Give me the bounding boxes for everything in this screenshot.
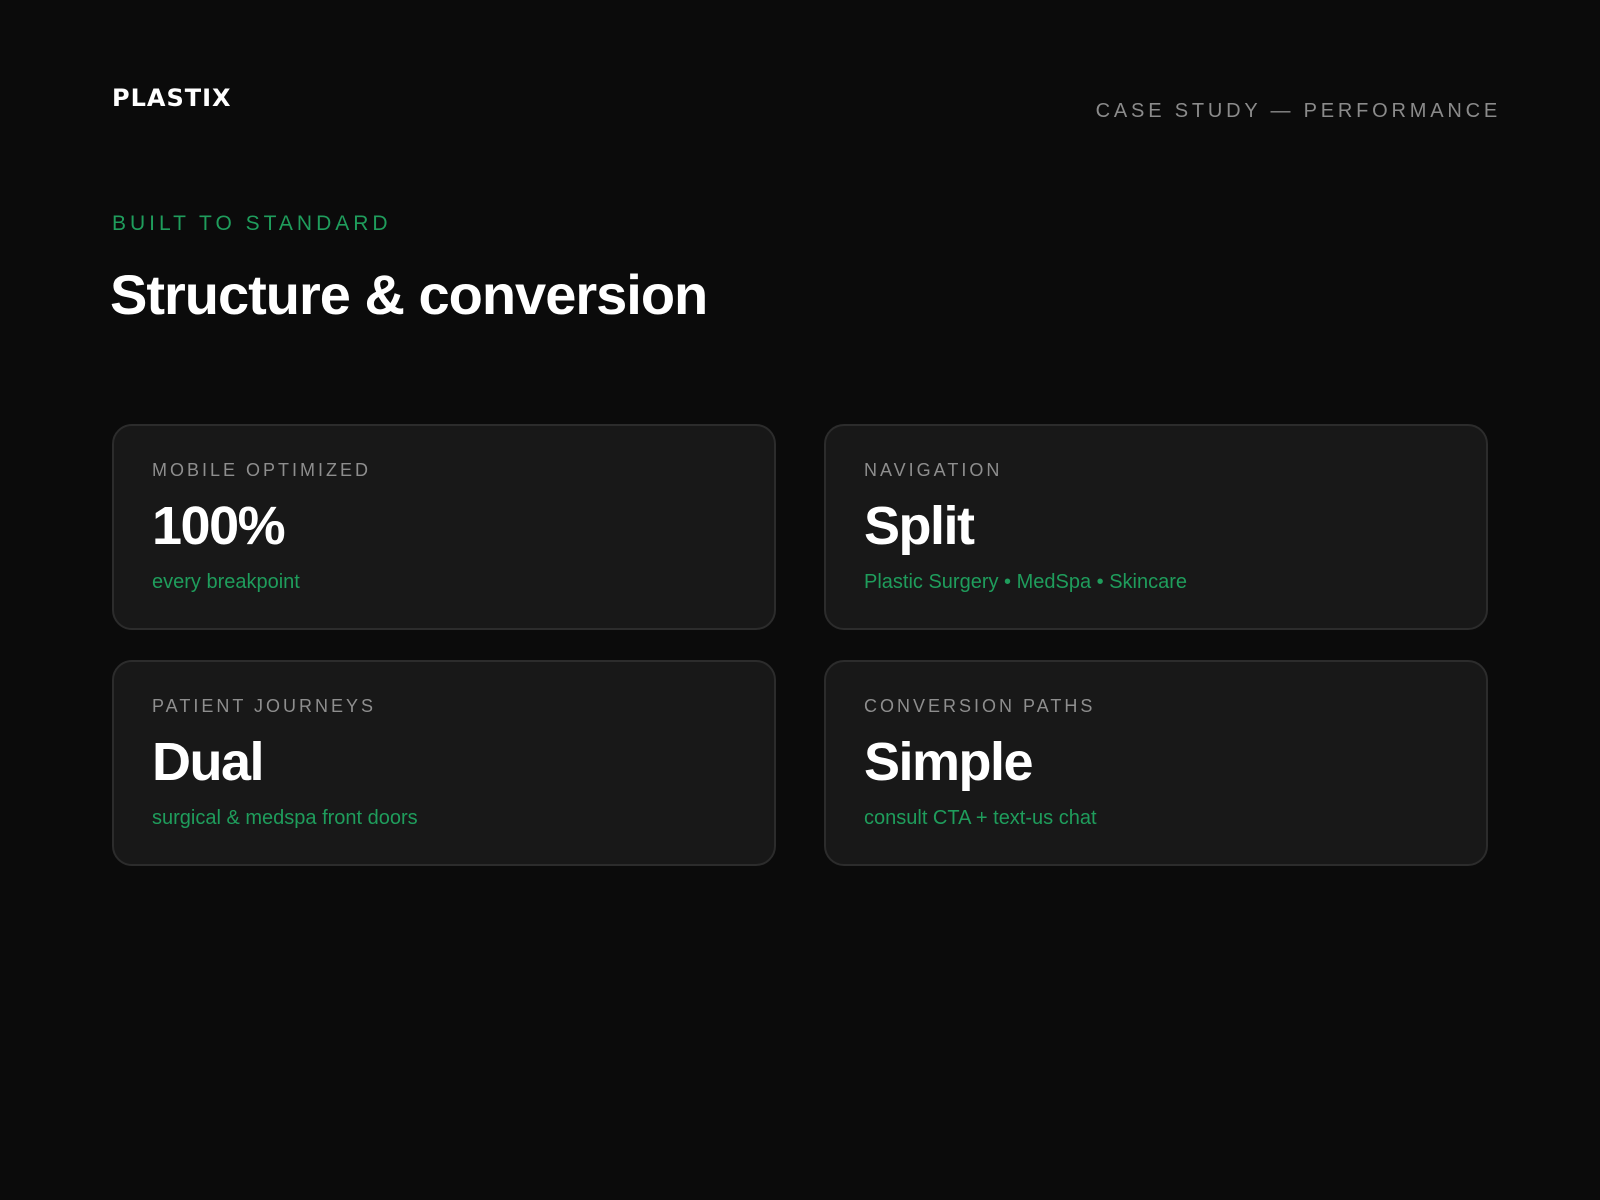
stat-card-value: Dual (152, 732, 265, 792)
slide: PLASTIX CASE STUDY — PERFORMANCE BUILT T… (0, 0, 1600, 1200)
stat-card-subtext: every breakpoint (152, 571, 300, 593)
stat-card-mobile-optimized: MOBILE OPTIMIZED 100% every breakpoint (112, 424, 776, 630)
stat-card-navigation: NAVIGATION Split Plastic Surgery • MedSp… (824, 424, 1488, 630)
stat-card-label: PATIENT JOURNEYS (152, 696, 377, 716)
stat-card-conversion-paths: CONVERSION PATHS Simple consult CTA + te… (824, 660, 1488, 866)
section-eyebrow: BUILT TO STANDARD (112, 212, 392, 235)
stat-card-patient-journeys: PATIENT JOURNEYS Dual surgical & medspa … (112, 660, 776, 866)
stat-card-value: Simple (864, 732, 1034, 792)
stat-card-label: NAVIGATION (864, 460, 1003, 480)
stat-card-subtext: surgical & medspa front doors (152, 807, 418, 829)
case-study-label: CASE STUDY — PERFORMANCE (1095, 100, 1501, 122)
stat-card-value: Split (864, 496, 975, 556)
stat-card-subtext: Plastic Surgery • MedSpa • Skincare (864, 571, 1188, 593)
stat-card-label: MOBILE OPTIMIZED (152, 460, 372, 480)
stat-card-value: 100% (152, 496, 286, 556)
stats-grid: MOBILE OPTIMIZED 100% every breakpoint N… (112, 424, 1488, 866)
brand-logo: PLASTIX (112, 84, 232, 112)
stat-card-label: CONVERSION PATHS (864, 696, 1096, 716)
stat-card-subtext: consult CTA + text-us chat (864, 807, 1097, 829)
page-title: Structure & conversion (110, 263, 708, 326)
